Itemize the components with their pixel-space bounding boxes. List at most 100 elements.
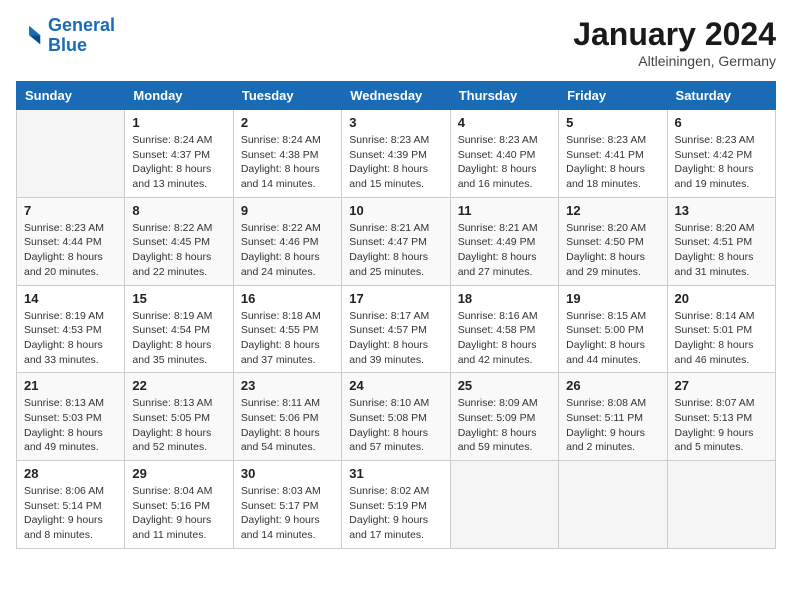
calendar-cell: 12Sunrise: 8:20 AMSunset: 4:50 PMDayligh… — [559, 197, 667, 285]
calendar-header-row: SundayMondayTuesdayWednesdayThursdayFrid… — [17, 82, 776, 110]
calendar-week-row: 28 Sunrise: 8:06 AMSunset: 5:14 PMDayligh… — [17, 461, 776, 549]
calendar-week-row: 14 Sunrise: 8:19 AMSunset: 4:53 PMDayligh… — [17, 285, 776, 373]
calendar-cell: 4 Sunrise: 8:23 AMSunset: 4:40 PMDaylight… — [450, 110, 558, 198]
calendar-cell: 13 Sunrise: 8:20 AMSunset: 4:51 PMDayligh… — [667, 197, 775, 285]
calendar-cell — [17, 110, 125, 198]
day-number: 3 — [349, 115, 442, 130]
header-saturday: Saturday — [667, 82, 775, 110]
calendar-cell: 19Sunrise: 8:15 AMSunset: 5:00 PMDayligh… — [559, 285, 667, 373]
calendar-week-row: 7Sunrise: 8:23 AMSunset: 4:44 PMDaylight… — [17, 197, 776, 285]
day-info: Sunrise: 8:10 AMSunset: 5:08 PMDaylight:… — [349, 396, 442, 455]
logo-icon — [16, 22, 44, 50]
day-number: 18 — [458, 291, 551, 306]
day-number: 2 — [241, 115, 334, 130]
day-info: Sunrise: 8:19 AMSunset: 4:53 PMDaylight:… — [24, 309, 117, 368]
calendar-cell: 8Sunrise: 8:22 AMSunset: 4:45 PMDaylight… — [125, 197, 233, 285]
day-info: Sunrise: 8:21 AMSunset: 4:47 PMDaylight:… — [349, 221, 442, 280]
day-info: Sunrise: 8:22 AMSunset: 4:45 PMDaylight:… — [132, 221, 225, 280]
calendar-cell: 28 Sunrise: 8:06 AMSunset: 5:14 PMDayligh… — [17, 461, 125, 549]
day-info: Sunrise: 8:08 AMSunset: 5:11 PMDaylight:… — [566, 396, 659, 455]
month-title: January 2024 — [573, 16, 776, 53]
day-number: 6 — [675, 115, 768, 130]
day-number: 15 — [132, 291, 225, 306]
title-block: January 2024 Altleiningen, Germany — [573, 16, 776, 69]
day-number: 14 — [24, 291, 117, 306]
day-info: Sunrise: 8:23 AMSunset: 4:39 PMDaylight:… — [349, 133, 442, 192]
calendar-cell — [450, 461, 558, 549]
day-info: Sunrise: 8:14 AMSunset: 5:01 PMDaylight:… — [675, 309, 768, 368]
day-number: 4 — [458, 115, 551, 130]
logo-line1: General — [48, 15, 115, 35]
day-info: Sunrise: 8:23 AMSunset: 4:44 PMDaylight:… — [24, 221, 117, 280]
day-info: Sunrise: 8:13 AMSunset: 5:05 PMDaylight:… — [132, 396, 225, 455]
header-monday: Monday — [125, 82, 233, 110]
day-info: Sunrise: 8:11 AMSunset: 5:06 PMDaylight:… — [241, 396, 334, 455]
day-number: 20 — [675, 291, 768, 306]
day-info: Sunrise: 8:13 AMSunset: 5:03 PMDaylight:… — [24, 396, 117, 455]
header-thursday: Thursday — [450, 82, 558, 110]
day-info: Sunrise: 8:23 AMSunset: 4:42 PMDaylight:… — [675, 133, 768, 192]
page-header: General Blue January 2024 Altleiningen, … — [16, 16, 776, 69]
day-number: 11 — [458, 203, 551, 218]
day-info: Sunrise: 8:09 AMSunset: 5:09 PMDaylight:… — [458, 396, 551, 455]
day-number: 27 — [675, 378, 768, 393]
day-number: 5 — [566, 115, 659, 130]
logo-text: General Blue — [48, 16, 115, 56]
calendar-cell: 30 Sunrise: 8:03 AMSunset: 5:17 PMDayligh… — [233, 461, 341, 549]
calendar-cell: 27 Sunrise: 8:07 AMSunset: 5:13 PMDayligh… — [667, 373, 775, 461]
calendar-cell: 7Sunrise: 8:23 AMSunset: 4:44 PMDaylight… — [17, 197, 125, 285]
day-info: Sunrise: 8:19 AMSunset: 4:54 PMDaylight:… — [132, 309, 225, 368]
day-info: Sunrise: 8:06 AMSunset: 5:14 PMDaylight:… — [24, 484, 117, 543]
day-info: Sunrise: 8:17 AMSunset: 4:57 PMDaylight:… — [349, 309, 442, 368]
location-subtitle: Altleiningen, Germany — [573, 53, 776, 69]
header-wednesday: Wednesday — [342, 82, 450, 110]
day-number: 30 — [241, 466, 334, 481]
day-number: 9 — [241, 203, 334, 218]
day-number: 10 — [349, 203, 442, 218]
calendar-cell: 21 Sunrise: 8:13 AMSunset: 5:03 PMDayligh… — [17, 373, 125, 461]
day-number: 22 — [132, 378, 225, 393]
header-sunday: Sunday — [17, 82, 125, 110]
calendar-cell: 5Sunrise: 8:23 AMSunset: 4:41 PMDaylight… — [559, 110, 667, 198]
day-number: 29 — [132, 466, 225, 481]
day-number: 21 — [24, 378, 117, 393]
day-number: 25 — [458, 378, 551, 393]
day-info: Sunrise: 8:16 AMSunset: 4:58 PMDaylight:… — [458, 309, 551, 368]
calendar-cell: 15 Sunrise: 8:19 AMSunset: 4:54 PMDayligh… — [125, 285, 233, 373]
calendar-cell: 29 Sunrise: 8:04 AMSunset: 5:16 PMDayligh… — [125, 461, 233, 549]
day-number: 23 — [241, 378, 334, 393]
day-number: 13 — [675, 203, 768, 218]
day-number: 26 — [566, 378, 659, 393]
day-number: 16 — [241, 291, 334, 306]
day-number: 1 — [132, 115, 225, 130]
calendar-cell: 26 Sunrise: 8:08 AMSunset: 5:11 PMDayligh… — [559, 373, 667, 461]
calendar-cell: 20 Sunrise: 8:14 AMSunset: 5:01 PMDayligh… — [667, 285, 775, 373]
day-number: 24 — [349, 378, 442, 393]
calendar-cell: 14 Sunrise: 8:19 AMSunset: 4:53 PMDayligh… — [17, 285, 125, 373]
calendar-cell: 1 Sunrise: 8:24 AMSunset: 4:37 PMDaylight… — [125, 110, 233, 198]
calendar-cell: 24 Sunrise: 8:10 AMSunset: 5:08 PMDayligh… — [342, 373, 450, 461]
calendar-cell: 10 Sunrise: 8:21 AMSunset: 4:47 PMDayligh… — [342, 197, 450, 285]
calendar-cell: 6 Sunrise: 8:23 AMSunset: 4:42 PMDaylight… — [667, 110, 775, 198]
calendar-cell: 17Sunrise: 8:17 AMSunset: 4:57 PMDayligh… — [342, 285, 450, 373]
calendar-cell: 11 Sunrise: 8:21 AMSunset: 4:49 PMDayligh… — [450, 197, 558, 285]
day-info: Sunrise: 8:18 AMSunset: 4:55 PMDaylight:… — [241, 309, 334, 368]
day-info: Sunrise: 8:21 AMSunset: 4:49 PMDaylight:… — [458, 221, 551, 280]
day-info: Sunrise: 8:03 AMSunset: 5:17 PMDaylight:… — [241, 484, 334, 543]
day-info: Sunrise: 8:23 AMSunset: 4:40 PMDaylight:… — [458, 133, 551, 192]
day-number: 12 — [566, 203, 659, 218]
day-number: 19 — [566, 291, 659, 306]
calendar-cell: 16 Sunrise: 8:18 AMSunset: 4:55 PMDayligh… — [233, 285, 341, 373]
calendar-cell: 2 Sunrise: 8:24 AMSunset: 4:38 PMDaylight… — [233, 110, 341, 198]
day-info: Sunrise: 8:24 AMSunset: 4:38 PMDaylight:… — [241, 133, 334, 192]
day-info: Sunrise: 8:24 AMSunset: 4:37 PMDaylight:… — [132, 133, 225, 192]
calendar-week-row: 21 Sunrise: 8:13 AMSunset: 5:03 PMDayligh… — [17, 373, 776, 461]
day-number: 28 — [24, 466, 117, 481]
day-info: Sunrise: 8:20 AMSunset: 4:51 PMDaylight:… — [675, 221, 768, 280]
day-info: Sunrise: 8:07 AMSunset: 5:13 PMDaylight:… — [675, 396, 768, 455]
day-info: Sunrise: 8:04 AMSunset: 5:16 PMDaylight:… — [132, 484, 225, 543]
day-number: 31 — [349, 466, 442, 481]
logo: General Blue — [16, 16, 115, 56]
calendar-cell: 9Sunrise: 8:22 AMSunset: 4:46 PMDaylight… — [233, 197, 341, 285]
calendar-cell — [559, 461, 667, 549]
